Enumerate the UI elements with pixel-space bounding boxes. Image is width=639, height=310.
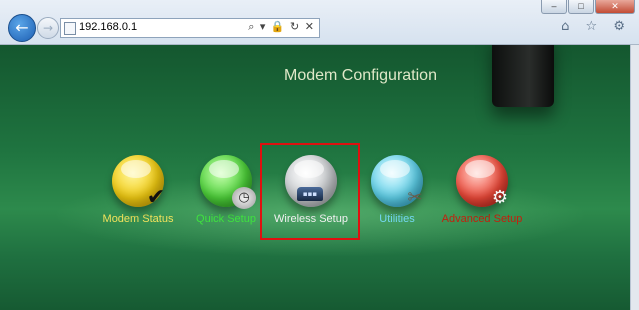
gears-icon: ⚙ <box>491 187 509 208</box>
vertical-scrollbar[interactable] <box>630 45 639 310</box>
wireless-setup-button[interactable]: ▪▪▪ Wireless Setup <box>261 155 361 225</box>
close-window-button[interactable]: ✕ <box>595 0 635 14</box>
window-controls: – □ ✕ <box>540 0 635 14</box>
advanced-setup-button[interactable]: ⚙ Advanced Setup <box>432 155 532 225</box>
modem-image <box>492 45 554 107</box>
modem-status-label[interactable]: Modem Status <box>88 213 188 225</box>
address-url[interactable]: 192.168.0.1 <box>79 21 137 33</box>
back-button[interactable]: ← <box>8 14 36 42</box>
page-title: Modem Configuration <box>284 67 437 84</box>
checkmark-icon: ✔ <box>146 185 166 210</box>
modem-status-button[interactable]: ✔ Modem Status <box>88 155 188 225</box>
modem-status-orb-icon: ✔ <box>112 155 165 209</box>
wireless-setup-label[interactable]: Wireless Setup <box>261 213 361 225</box>
advanced-setup-label[interactable]: Advanced Setup <box>432 213 532 225</box>
clock-icon: ◷ <box>232 187 256 209</box>
maximize-button[interactable]: □ <box>568 0 594 14</box>
advanced-setup-orb-icon: ⚙ <box>456 155 508 208</box>
tools-icon: ✂ <box>407 187 423 208</box>
home-favorites-settings-icons[interactable]: ⌂ ☆ ⚙ <box>561 19 631 34</box>
address-bar[interactable]: 192.168.0.1 ⌕ ▾ 🔒 ↻ ✕ <box>60 18 320 38</box>
browser-toolbar: – □ ✕ ← → 192.168.0.1 ⌕ ▾ 🔒 ↻ ✕ ⌂ ☆ ⚙ <box>0 0 639 45</box>
minimize-button[interactable]: – <box>541 0 567 14</box>
wireless-setup-orb-icon: ▪▪▪ <box>285 155 337 207</box>
utilities-orb-icon: ✂ <box>371 155 423 208</box>
forward-button[interactable]: → <box>37 17 59 39</box>
address-actions[interactable]: ⌕ ▾ 🔒 ↻ ✕ <box>248 20 315 34</box>
router-icon: ▪▪▪ <box>297 187 323 201</box>
quick-setup-orb-icon: ◷ <box>200 155 256 209</box>
page-icon <box>64 22 76 35</box>
modem-config-page: Modem Configuration ✔ Modem Status ◷ Qui… <box>0 45 631 310</box>
